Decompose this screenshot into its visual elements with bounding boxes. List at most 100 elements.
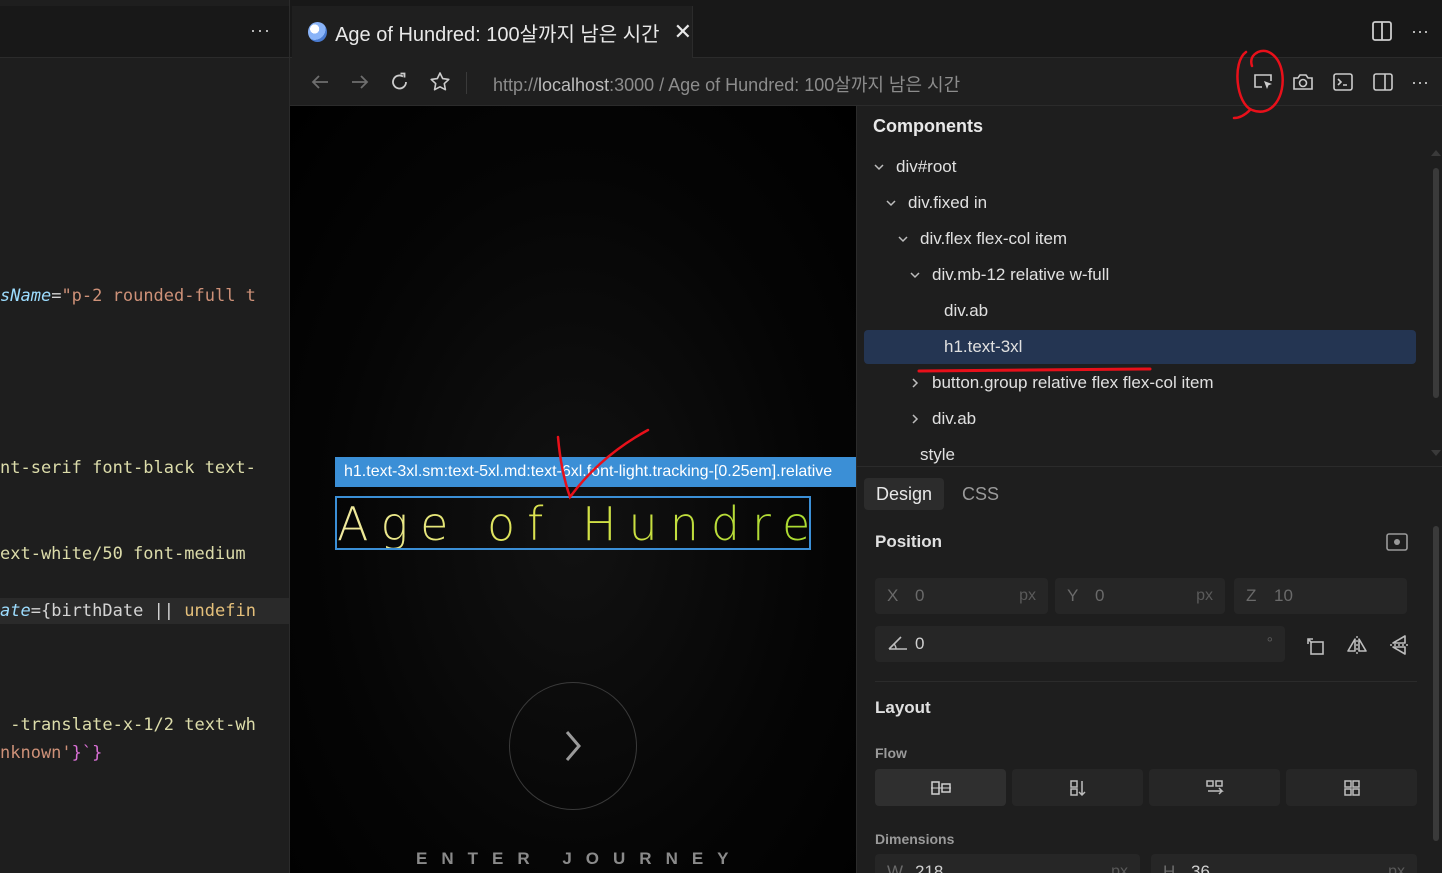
more-actions-icon[interactable]: ··· <box>1411 21 1429 42</box>
height-field[interactable]: H 36 px <box>1151 854 1417 873</box>
h-value: 36 <box>1191 862 1210 873</box>
flow-row-button[interactable] <box>875 769 1006 806</box>
position-y-field[interactable]: Y 0 px <box>1055 578 1225 614</box>
chevron-down-icon[interactable] <box>872 160 886 174</box>
chevron-down-icon[interactable] <box>908 268 922 282</box>
tree-node[interactable]: div.ab <box>864 402 1416 436</box>
code-token: ate <box>0 601 31 621</box>
tree-node-label: button.group relative flex flex-col item <box>932 373 1214 392</box>
code-token: || <box>143 601 185 621</box>
globe-icon <box>308 22 328 42</box>
tree-node[interactable]: div.mb-12 relative w-full <box>864 258 1416 292</box>
dimensions-label: Dimensions <box>875 831 955 847</box>
code-line[interactable]: sName="p-2 rounded-full t <box>0 283 256 309</box>
enter-journey-label: ENTER JOURNEY <box>416 849 743 868</box>
flow-wrap-button[interactable] <box>1149 769 1280 806</box>
code-line[interactable]: nt-serif font-black text- <box>0 455 256 481</box>
split-editor-icon[interactable] <box>1371 20 1393 42</box>
tree-node-label: div.fixed in <box>908 193 988 212</box>
focus-target-icon[interactable] <box>1385 532 1409 552</box>
w-value: 218 <box>915 862 944 873</box>
y-unit: px <box>1196 587 1213 604</box>
h-label: H <box>1163 862 1176 873</box>
toggle-sidebar-icon[interactable] <box>1371 70 1395 94</box>
nav-more-actions-icon[interactable]: ··· <box>1411 72 1429 93</box>
chevron-right-icon <box>565 731 581 761</box>
tree-node-label: div.mb-12 relative w-full <box>932 265 1110 284</box>
star-bookmark-icon[interactable] <box>428 70 452 94</box>
inspected-element-outline[interactable]: Age of Hundred <box>335 496 851 550</box>
tree-node-label: div.ab <box>932 409 977 428</box>
code-token: = <box>51 286 62 306</box>
z-label: Z <box>1246 586 1257 605</box>
tab-bar-actions: ··· <box>1371 20 1429 42</box>
tree-node-label: div.flex flex-col item <box>920 229 1068 248</box>
tree-node[interactable]: div.ab <box>864 294 1416 328</box>
tree-node[interactable]: h1.text-3xl <box>864 330 1416 364</box>
code-token: nknown' <box>0 743 72 763</box>
url-path: / Age of Hundred: 100살까지 남은 시간 <box>654 75 961 95</box>
url-scheme: http:// <box>493 75 539 95</box>
code-line[interactable]: -translate-x-1/2 text-wh <box>0 712 256 738</box>
code-line[interactable]: nknown'}`} <box>0 740 102 766</box>
width-field[interactable]: W 218 px <box>875 854 1140 873</box>
editor-more-actions-button[interactable]: ··· <box>250 20 271 41</box>
x-unit: px <box>1019 587 1036 604</box>
code-token: ext-white/50 font-medium <box>0 544 246 564</box>
flow-grid-button[interactable] <box>1286 769 1417 806</box>
position-z-field[interactable]: Z 10 <box>1234 578 1407 614</box>
tree-node[interactable]: div.flex flex-col item <box>864 222 1416 256</box>
inspect-element-icon[interactable] <box>1251 70 1275 94</box>
inspector-subtabs: Design CSS <box>864 478 1011 510</box>
position-x-field[interactable]: X 0 px <box>875 578 1048 614</box>
tree-node-label: style <box>920 445 955 464</box>
code-line[interactable]: ext-white/50 font-medium <box>0 541 246 567</box>
code-token: birthDate <box>51 601 144 621</box>
rotate-icon[interactable] <box>1305 634 1327 656</box>
browser-tab[interactable]: Age of Hundred: 100살까지 남은 시간 ✕ <box>292 6 693 58</box>
chevron-down-icon[interactable] <box>884 196 898 210</box>
forward-arrow-icon[interactable] <box>348 70 372 94</box>
tab-design[interactable]: Design <box>864 478 945 510</box>
x-value: 0 <box>915 586 925 605</box>
tab-css[interactable]: CSS <box>950 478 1011 510</box>
tree-node-label: div.ab <box>944 301 989 320</box>
back-arrow-icon[interactable] <box>308 70 332 94</box>
page-viewport: h1.text-3xl.sm:text-5xl.md:text-6xl.font… <box>290 106 856 873</box>
design-scrollbar[interactable] <box>1433 526 1439 841</box>
y-value: 0 <box>1095 586 1105 605</box>
url-host: localhost <box>538 75 610 95</box>
flow-column-button[interactable] <box>1012 769 1143 806</box>
tree-scroll-up-arrow[interactable] <box>1431 150 1441 156</box>
tree-node[interactable]: button.group relative flex flex-col item <box>864 366 1416 400</box>
code-editor-pane[interactable]: ··· sName="p-2 rounded-full t nt-serif fo… <box>0 0 289 873</box>
tree-node[interactable]: div#root <box>864 150 1416 184</box>
rotation-field[interactable]: 0 ° <box>875 626 1285 662</box>
editor-header: ··· <box>0 6 289 58</box>
enter-journey-button[interactable] <box>509 682 637 810</box>
code-token: undefin <box>184 601 256 621</box>
flow-label: Flow <box>875 745 907 761</box>
tree-scrollbar[interactable] <box>1433 168 1439 398</box>
chevron-down-icon[interactable] <box>896 232 910 246</box>
tab-close-button[interactable]: ✕ <box>674 19 692 45</box>
code-line[interactable]: ate={birthDate || undefin <box>0 598 289 624</box>
browser-tab-bar: Age of Hundred: 100살까지 남은 시간 ✕ ··· <box>290 6 1442 58</box>
tree-scroll-down-arrow[interactable] <box>1431 450 1441 456</box>
x-label: X <box>887 586 899 605</box>
flip-horizontal-icon[interactable] <box>1346 634 1368 656</box>
rotation-value: 0 <box>915 634 925 653</box>
terminal-console-icon[interactable] <box>1331 70 1355 94</box>
chevron-right-icon[interactable] <box>908 412 922 426</box>
flip-vertical-icon[interactable] <box>1388 634 1410 656</box>
chevron-right-icon[interactable] <box>908 376 922 390</box>
url-bar[interactable]: http://localhost:3000 / Age of Hundred: … <box>493 71 960 97</box>
rotation-unit: ° <box>1266 635 1273 652</box>
reload-icon[interactable] <box>388 70 412 94</box>
camera-screenshot-icon[interactable] <box>1291 70 1315 94</box>
section-divider <box>857 466 1442 467</box>
tree-node[interactable]: div.fixed in <box>864 186 1416 220</box>
code-token: "p-2 rounded-full t <box>61 286 256 306</box>
